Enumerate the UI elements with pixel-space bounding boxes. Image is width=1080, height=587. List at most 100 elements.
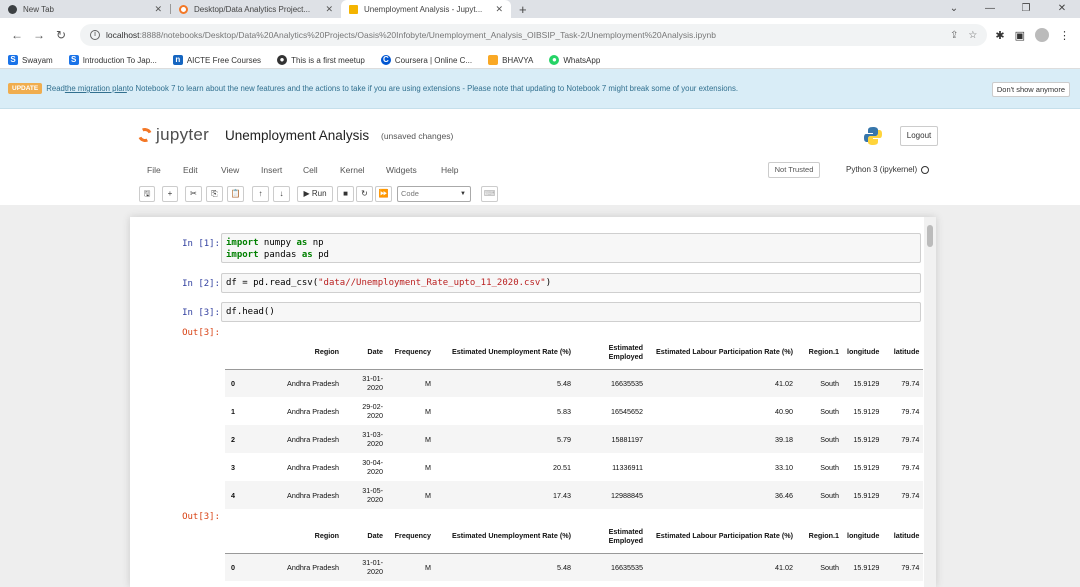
close-icon[interactable]: ✕ <box>325 4 333 15</box>
table-cell: 79.74 <box>901 462 920 472</box>
close-icon[interactable]: ✕ <box>495 4 503 15</box>
menu-kebab-icon[interactable]: ⋮ <box>1059 29 1070 42</box>
close-icon[interactable]: ✕ <box>154 4 162 15</box>
command-palette-icon[interactable]: ⌨ <box>481 186 498 202</box>
tab-desktop-project[interactable]: Desktop/Data Analytics Project... ✕ <box>171 0 341 18</box>
restart-run-all-icon[interactable]: ⏩ <box>375 186 392 202</box>
copy-icon[interactable]: ⎘ <box>206 186 223 202</box>
bookmark-bhavya[interactable]: BHAVYA <box>488 55 533 65</box>
move-up-icon[interactable]: ↑ <box>252 186 269 202</box>
window-controls: ⌄ — ❐ ✕ <box>936 0 1080 18</box>
forward-icon[interactable]: → <box>28 28 50 42</box>
interrupt-icon[interactable]: ■ <box>337 186 354 202</box>
restart-icon[interactable]: ↻ <box>356 186 373 202</box>
run-button[interactable]: ▶ Run <box>297 186 333 202</box>
column-header: Estimated Labour Participation Rate (%) <box>647 335 797 370</box>
paste-icon[interactable]: 📋 <box>227 186 244 202</box>
tab-unemployment-analysis[interactable]: Unemployment Analysis - Jupyt... ✕ <box>341 0 511 18</box>
table-cell: M <box>387 369 435 397</box>
bookmark-label: AICTE Free Courses <box>186 55 262 65</box>
code-cell-head[interactable]: df.head() <box>221 302 921 322</box>
tab-label: Unemployment Analysis - Jupyt... <box>364 4 483 14</box>
table-cell: M <box>425 406 431 416</box>
output-prompt: Out[3]: <box>182 512 220 522</box>
jupyter-logo[interactable]: jupyter <box>136 125 209 145</box>
table-cell: Andhra Pradesh <box>287 462 339 472</box>
menu-kernel[interactable]: Kernel <box>340 165 365 175</box>
menu-insert[interactable]: Insert <box>261 165 282 175</box>
table-cell: 12988845 <box>575 481 647 509</box>
update-badge: UPDATE <box>8 83 43 94</box>
extensions-icon[interactable]: ✱ <box>995 29 1004 42</box>
menu-cell[interactable]: Cell <box>303 165 318 175</box>
column-header: Region.1 <box>797 335 843 370</box>
menu-widgets[interactable]: Widgets <box>386 165 417 175</box>
table-cell: 15881197 <box>575 425 647 453</box>
tab-new-tab[interactable]: New Tab ✕ <box>0 0 170 18</box>
table-cell: 16635535 <box>575 553 647 581</box>
url-host: localhost <box>106 30 140 40</box>
table-cell: South <box>820 462 839 472</box>
close-window-icon[interactable]: ✕ <box>1044 0 1080 18</box>
restore-icon[interactable]: ❐ <box>1008 0 1044 18</box>
tab-label: Desktop/Data Analytics Project... <box>194 4 311 14</box>
insert-cell-icon[interactable]: + <box>162 186 178 202</box>
bookmark-whatsapp[interactable]: ● WhatsApp <box>549 55 600 65</box>
code-cell-read-csv[interactable]: df = pd.read_csv("data//Unemployment_Rat… <box>221 273 921 293</box>
table-cell: 31-01-2020 <box>343 369 387 397</box>
menu-file[interactable]: File <box>147 165 161 175</box>
cut-icon[interactable]: ✂ <box>185 186 202 202</box>
reload-icon[interactable]: ↻ <box>50 28 72 42</box>
jupyter-header: jupyter Unemployment Analysis (unsaved c… <box>0 109 1080 159</box>
menu-edit[interactable]: Edit <box>183 165 198 175</box>
logout-button[interactable]: Logout <box>900 126 938 146</box>
tab-search-icon[interactable]: ⌄ <box>936 0 972 18</box>
minimize-icon[interactable]: — <box>972 0 1008 18</box>
browser-toolbar: ← → ↻ i localhost:8888/notebooks/Desktop… <box>0 18 1080 52</box>
table-row: 4 Andhra Pradesh 31-05-2020 M 17.43 12988845 3… <box>225 481 924 509</box>
address-bar[interactable]: i localhost:8888/notebooks/Desktop/Data%… <box>80 24 988 46</box>
bookmark-star-icon[interactable]: ☆ <box>968 30 977 41</box>
save-icon[interactable]: 🖫 <box>139 186 155 202</box>
code-line: import numpy as np <box>226 238 324 248</box>
table-cell: M <box>387 553 435 581</box>
table-cell: South <box>797 553 843 581</box>
dataframe-output: Region Date Frequency Estimated Unemploymen… <box>225 335 924 509</box>
bookmark-swayam[interactable]: S Swayam <box>8 55 53 65</box>
table-cell: 41.02 <box>647 553 797 581</box>
column-header: Date <box>343 519 387 554</box>
bookmark-label: WhatsApp <box>563 55 601 65</box>
sidepanel-icon[interactable]: ▣ <box>1015 29 1025 42</box>
migration-plan-link[interactable]: the migration plan <box>65 84 127 93</box>
table-cell: 15.9129 <box>853 406 880 416</box>
scrollbar-thumb[interactable] <box>927 225 933 247</box>
chevron-down-icon: ▼ <box>460 191 466 197</box>
bookmark-meetup[interactable]: ● This is a first meetup <box>277 55 365 65</box>
new-tab-button[interactable]: + <box>511 2 535 17</box>
dont-show-anymore-button[interactable]: Don't show anymore <box>991 82 1070 97</box>
menu-view[interactable]: View <box>221 165 239 175</box>
table-cell: Andhra Pradesh <box>287 406 339 416</box>
info-icon[interactable]: i <box>90 30 100 40</box>
notebook-title[interactable]: Unemployment Analysis <box>225 128 369 143</box>
table-cell: 17.43 <box>435 481 575 509</box>
bookmark-coursera[interactable]: C Coursera | Online C... <box>380 55 472 65</box>
back-icon[interactable]: ← <box>6 28 28 42</box>
scrollbar[interactable] <box>924 217 936 587</box>
swayam-icon: S <box>8 55 18 65</box>
share-icon[interactable]: ⇪ <box>950 30 958 41</box>
table-cell: 79.74 <box>883 481 924 509</box>
swayam-icon: S <box>68 55 79 65</box>
cell-type-select[interactable]: Code ▼ <box>397 186 471 202</box>
table-cell: 20.51 <box>553 462 571 472</box>
kernel-indicator[interactable]: Python 3 (ipykernel) <box>846 165 930 174</box>
move-down-icon[interactable]: ↓ <box>273 186 290 202</box>
bookmark-aicte[interactable]: n AICTE Free Courses <box>172 55 262 65</box>
not-trusted-button[interactable]: Not Trusted <box>768 162 820 178</box>
notebook-page: In [1]: import numpy as np import pandas… <box>130 217 936 587</box>
bookmark-intro-japanese[interactable]: S Introduction To Jap... <box>68 55 157 65</box>
avatar[interactable] <box>1035 28 1049 42</box>
column-header <box>225 335 269 370</box>
code-cell-imports[interactable]: import numpy as np import pandas as pd <box>221 233 921 263</box>
menu-help[interactable]: Help <box>441 165 458 175</box>
